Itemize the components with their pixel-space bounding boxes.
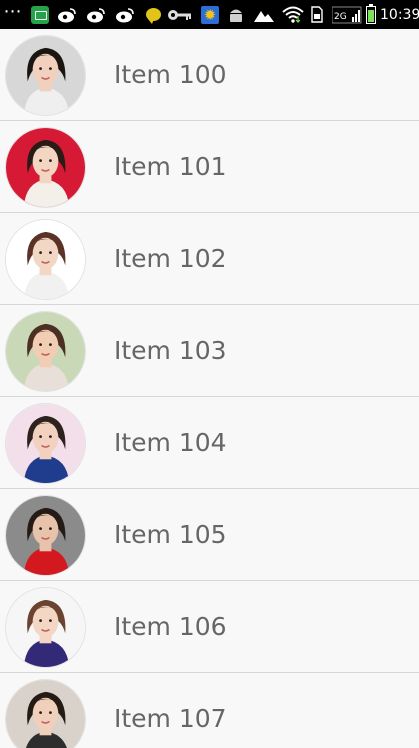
item-label: Item 103 [114, 336, 227, 365]
android-icon [227, 0, 245, 29]
item-label: Item 107 [114, 704, 227, 733]
avatar [5, 587, 86, 668]
network-type-label: 2G [334, 12, 347, 22]
clock-time: 10:39 [380, 6, 419, 23]
more-dots-icon: ⋯ [3, 1, 23, 22]
item-label: Item 104 [114, 428, 227, 457]
item-label: Item 100 [114, 60, 227, 89]
list-item[interactable]: Item 100 [0, 29, 419, 121]
weibo-icon [55, 0, 79, 29]
avatar [5, 403, 86, 484]
message-icon [30, 0, 50, 29]
item-list[interactable]: Item 100 Item 101 Item 102 Item 103 Item 104… [0, 29, 419, 748]
weibo-icon [84, 0, 108, 29]
battery-icon [364, 0, 378, 29]
avatar [5, 35, 86, 116]
signal-icon: 2G [332, 0, 362, 29]
list-item[interactable]: Item 105 [0, 489, 419, 581]
item-label: Item 106 [114, 612, 227, 641]
status-bar: ⋯ ✹ 2G 10:39 [0, 0, 419, 29]
key-icon [166, 0, 194, 29]
list-item[interactable]: Item 107 [0, 673, 419, 748]
sun-app-icon: ✹ [199, 0, 221, 29]
list-item[interactable]: Item 102 [0, 213, 419, 305]
sim-icon [309, 0, 325, 29]
item-label: Item 101 [114, 152, 227, 181]
list-item[interactable]: Item 101 [0, 121, 419, 213]
avatar [5, 679, 86, 748]
list-item[interactable]: Item 103 [0, 305, 419, 397]
item-label: Item 102 [114, 244, 227, 273]
avatar [5, 127, 86, 208]
weibo-icon [113, 0, 137, 29]
avatar [5, 219, 86, 300]
list-item[interactable]: Item 104 [0, 397, 419, 489]
mountain-icon [253, 0, 275, 29]
chat-bubble-icon [144, 0, 162, 29]
list-item[interactable]: Item 106 [0, 581, 419, 673]
wifi-icon [281, 0, 305, 29]
item-label: Item 105 [114, 520, 227, 549]
avatar [5, 495, 86, 576]
avatar [5, 311, 86, 392]
